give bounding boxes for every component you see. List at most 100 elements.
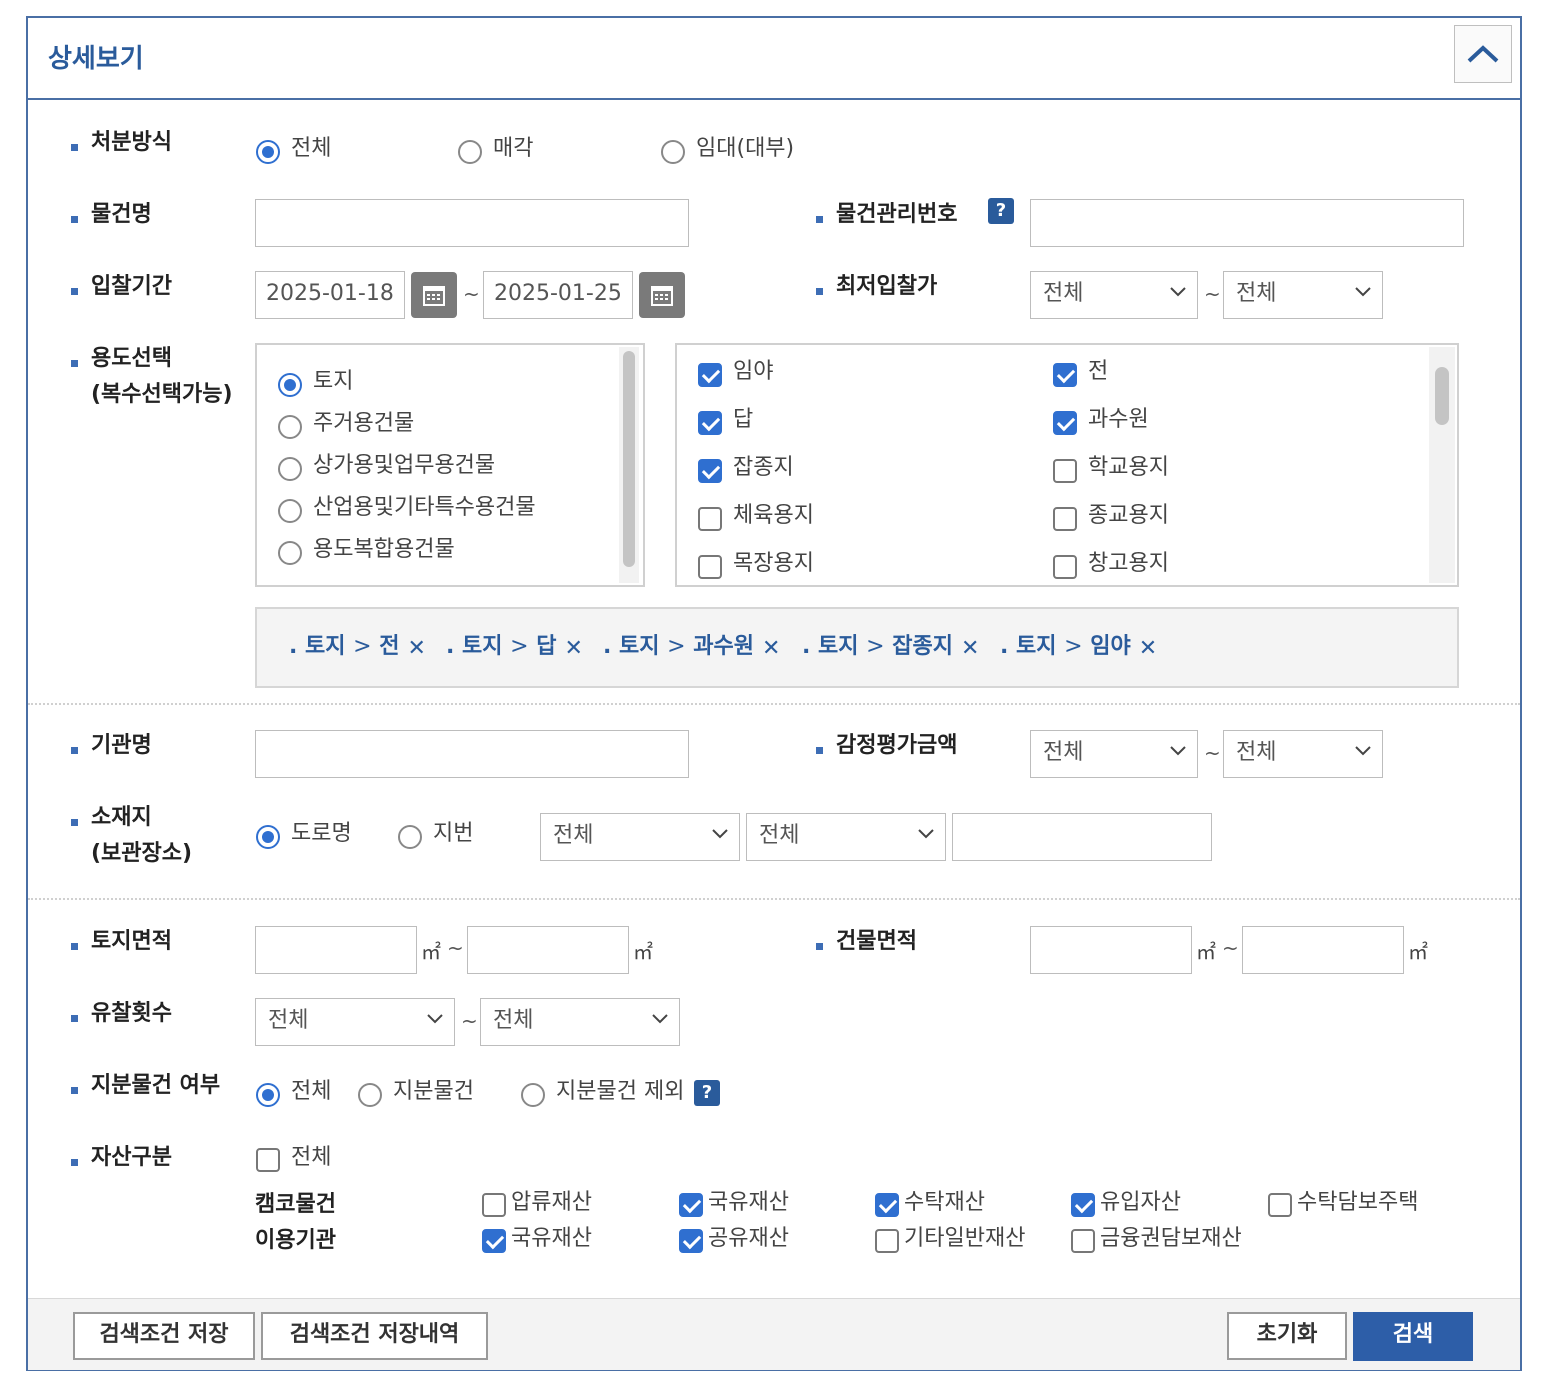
radio-disposal-sale[interactable]	[458, 140, 482, 164]
select-value: 전체	[1236, 281, 1277, 306]
checkbox-label: 전체	[291, 1145, 332, 1170]
radio-location-lot[interactable]	[398, 825, 422, 849]
radio-disposal-lease[interactable]	[661, 140, 685, 164]
calendar-button[interactable]	[639, 272, 685, 318]
radio-category-land[interactable]	[278, 373, 302, 397]
remove-tag-icon[interactable]: ✕	[1139, 633, 1157, 665]
panel-title: 상세보기	[48, 44, 144, 74]
label-user-agencies: 이용기관	[255, 1228, 336, 1253]
checkbox-asset-all[interactable]	[256, 1148, 280, 1172]
radio-category-residential[interactable]	[278, 415, 302, 439]
appraisal-from-select[interactable]: 전체	[1030, 730, 1198, 778]
select-value: 전체	[493, 1008, 534, 1033]
select-value: 전체	[1043, 281, 1084, 306]
item-name-input[interactable]	[255, 199, 689, 247]
radio-share-exclude[interactable]	[521, 1083, 545, 1107]
checkbox-label: 수탁담보주택	[1297, 1190, 1419, 1215]
divider	[28, 703, 1520, 705]
remove-tag-icon[interactable]: ✕	[408, 633, 426, 665]
item-mgmt-no-input[interactable]	[1030, 199, 1464, 247]
select-value: 전체	[1043, 740, 1084, 765]
usage-category-list[interactable]: 토지 주거용건물 상가용및업무용건물 산업용및기타특수용건물 용도복합용건물	[255, 343, 645, 587]
radio-category-commercial[interactable]	[278, 457, 302, 481]
location-district-select[interactable]: 전체	[746, 813, 946, 861]
checkbox-asset-public[interactable]	[679, 1229, 703, 1253]
checkbox-subtype-forest[interactable]	[698, 363, 722, 387]
appraisal-to-select[interactable]: 전체	[1223, 730, 1383, 778]
category-label: 토지	[313, 369, 354, 394]
search-history-button[interactable]: 검색조건 저장내역	[261, 1312, 488, 1360]
subtype-label: 답	[733, 407, 754, 432]
min-bid-from-select[interactable]: 전체	[1030, 271, 1198, 319]
scrollbar-thumb[interactable]	[1435, 367, 1449, 425]
min-bid-to-select[interactable]: 전체	[1223, 271, 1383, 319]
bid-start-date-input[interactable]: 2025-01-18	[255, 271, 405, 319]
remove-tag-icon[interactable]: ✕	[565, 633, 583, 665]
bullet	[71, 943, 78, 950]
checkbox-subtype-warehouse[interactable]	[1053, 555, 1077, 579]
remove-tag-icon[interactable]: ✕	[961, 633, 979, 665]
reset-button[interactable]: 초기화	[1227, 1312, 1347, 1360]
scrollbar-thumb[interactable]	[623, 351, 635, 567]
checkbox-label: 금융권담보재산	[1100, 1226, 1242, 1251]
save-search-button[interactable]: 검색조건 저장	[73, 1312, 255, 1360]
checkbox-asset-national[interactable]	[679, 1193, 703, 1217]
calendar-button[interactable]	[411, 272, 457, 318]
land-area-to-input[interactable]	[467, 926, 629, 974]
collapse-button[interactable]	[1454, 25, 1512, 83]
selected-tag: . 토지 > 전 ✕	[289, 631, 426, 665]
checkbox-asset-seized[interactable]	[482, 1193, 506, 1217]
location-city-select[interactable]: 전체	[540, 813, 740, 861]
checkbox-subtype-sports[interactable]	[698, 507, 722, 531]
checkbox-asset-other-general[interactable]	[875, 1229, 899, 1253]
radio-label: 매각	[493, 136, 534, 161]
bullet	[816, 747, 823, 754]
radio-disposal-all[interactable]	[256, 140, 280, 164]
checkbox-subtype-orchard[interactable]	[1053, 411, 1077, 435]
label-share: 지분물건 여부	[91, 1073, 221, 1098]
checkbox-subtype-ranch[interactable]	[698, 555, 722, 579]
bullet	[71, 1087, 78, 1094]
remove-tag-icon[interactable]: ✕	[762, 633, 780, 665]
bullet	[71, 1159, 78, 1166]
checkbox-asset-trust-collateral-house[interactable]	[1268, 1193, 1292, 1217]
checkbox-label: 압류재산	[511, 1190, 592, 1215]
usage-subtype-list[interactable]: 임야 전 답 과수원 잡종지 학교용지 체육용지 종교용지 목장용지 창고용지	[675, 343, 1459, 587]
calendar-icon	[651, 286, 673, 306]
search-button[interactable]: 검색	[1353, 1312, 1473, 1361]
chevron-up-icon	[1467, 45, 1499, 63]
checkbox-subtype-misc[interactable]	[698, 459, 722, 483]
checkbox-asset-trust[interactable]	[875, 1193, 899, 1217]
radio-category-industrial[interactable]	[278, 499, 302, 523]
label-min-bid-price: 최저입찰가	[836, 274, 938, 299]
tilde: ~	[461, 1009, 478, 1033]
radio-location-road[interactable]	[256, 825, 280, 849]
category-label: 산업용및기타특수용건물	[313, 495, 536, 520]
checkbox-subtype-field[interactable]	[1053, 363, 1077, 387]
checkbox-subtype-religious[interactable]	[1053, 507, 1077, 531]
checkbox-asset-acquired[interactable]	[1071, 1193, 1095, 1217]
help-icon[interactable]: ?	[694, 1080, 720, 1106]
land-area-from-input[interactable]	[255, 926, 417, 974]
label-kamco-items: 캠코물건	[255, 1192, 336, 1217]
checkbox-asset-national-2[interactable]	[482, 1229, 506, 1253]
checkbox-label: 공유재산	[708, 1226, 789, 1251]
chevron-down-icon	[652, 1014, 668, 1024]
bid-end-date-input[interactable]: 2025-01-25	[483, 271, 633, 319]
select-value: 전체	[553, 823, 594, 848]
checkbox-asset-financial-collateral[interactable]	[1071, 1229, 1095, 1253]
location-detail-input[interactable]	[952, 813, 1212, 861]
radio-label: 지분물건 제외	[556, 1079, 685, 1104]
building-area-to-input[interactable]	[1242, 926, 1404, 974]
failed-bids-from-select[interactable]: 전체	[255, 998, 455, 1046]
radio-share-all[interactable]	[256, 1083, 280, 1107]
radio-share-only[interactable]	[358, 1083, 382, 1107]
checkbox-subtype-paddy[interactable]	[698, 411, 722, 435]
building-area-from-input[interactable]	[1030, 926, 1192, 974]
failed-bids-to-select[interactable]: 전체	[480, 998, 680, 1046]
checkbox-subtype-school[interactable]	[1053, 459, 1077, 483]
radio-category-mixed[interactable]	[278, 541, 302, 565]
help-icon[interactable]: ?	[988, 198, 1014, 224]
agency-input[interactable]	[255, 730, 689, 778]
checkbox-label: 국유재산	[708, 1190, 789, 1215]
